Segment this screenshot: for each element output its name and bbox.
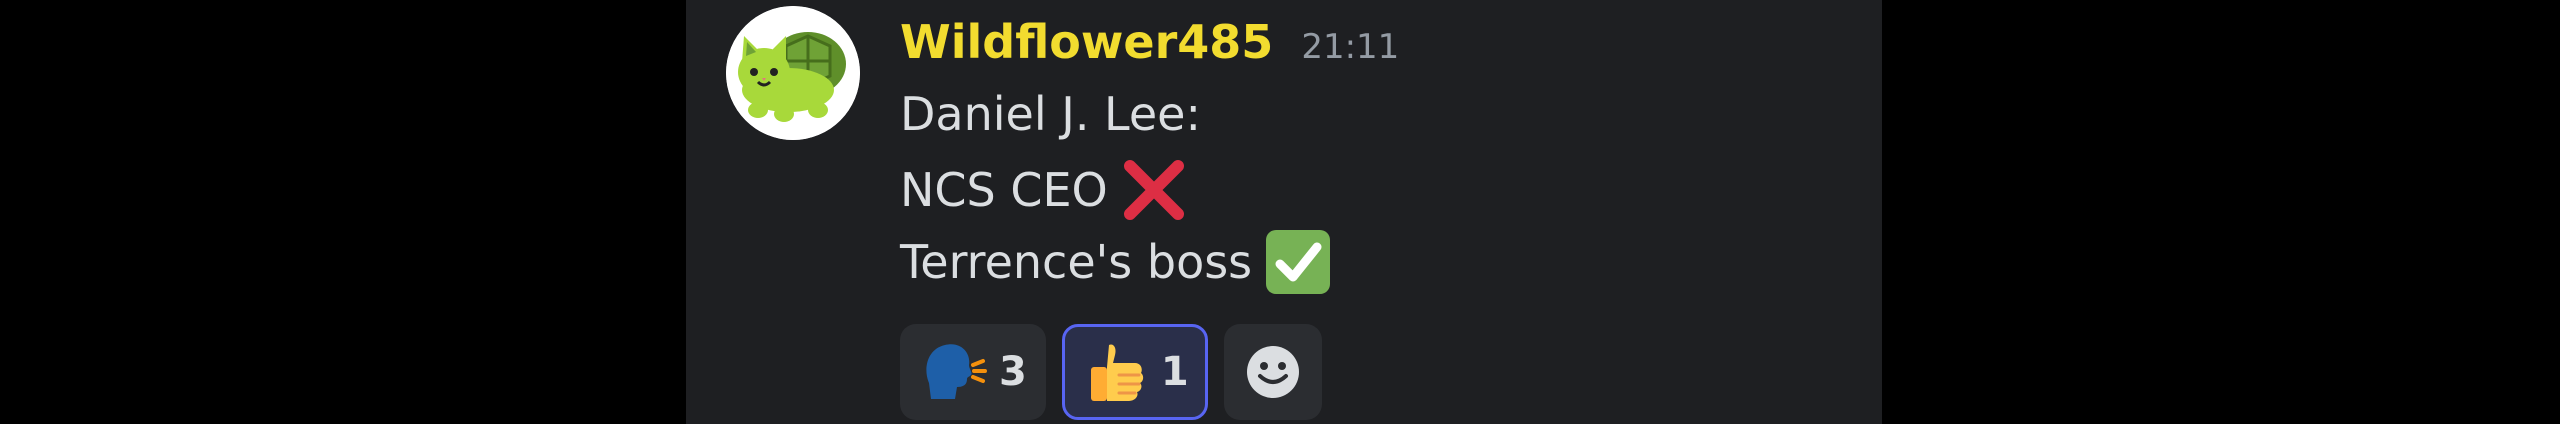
- smiley-add-reaction-icon: [1246, 346, 1299, 398]
- reaction-speaking-head[interactable]: 3: [900, 324, 1046, 420]
- username[interactable]: Wildflower485: [900, 12, 1273, 72]
- red-cross-mark-icon: [1123, 160, 1184, 220]
- message-header: Wildflower485 21:11: [900, 12, 1399, 72]
- chat-panel: Wildflower485 21:11 Daniel J. Lee: NCS C…: [686, 0, 1882, 424]
- reaction-thumbs-up[interactable]: 1: [1061, 324, 1208, 420]
- message-text: Daniel J. Lee:: [900, 87, 1201, 141]
- reaction-count: 1: [1160, 349, 1189, 395]
- message-line: NCS CEO: [900, 156, 1188, 224]
- reaction-count: 3: [999, 349, 1027, 395]
- message-line: Daniel J. Lee:: [900, 84, 1201, 144]
- message-text: Terrence's boss: [900, 235, 1253, 289]
- user-avatar[interactable]: [726, 6, 860, 140]
- message-text: NCS CEO: [900, 163, 1108, 217]
- thumbs-up-icon: [1090, 344, 1143, 401]
- screen: Wildflower485 21:11 Daniel J. Lee: NCS C…: [0, 0, 2560, 424]
- green-check-mark-icon: [1266, 230, 1331, 294]
- add-reaction-button[interactable]: [1223, 324, 1322, 420]
- turtle-cat-avatar-icon: [726, 6, 860, 140]
- reactions-bar: 3 1: [900, 324, 1322, 420]
- message-line: Terrence's boss: [900, 228, 1332, 296]
- message-timestamp: 21:11: [1301, 27, 1400, 67]
- speaking-head-icon: [926, 344, 987, 399]
